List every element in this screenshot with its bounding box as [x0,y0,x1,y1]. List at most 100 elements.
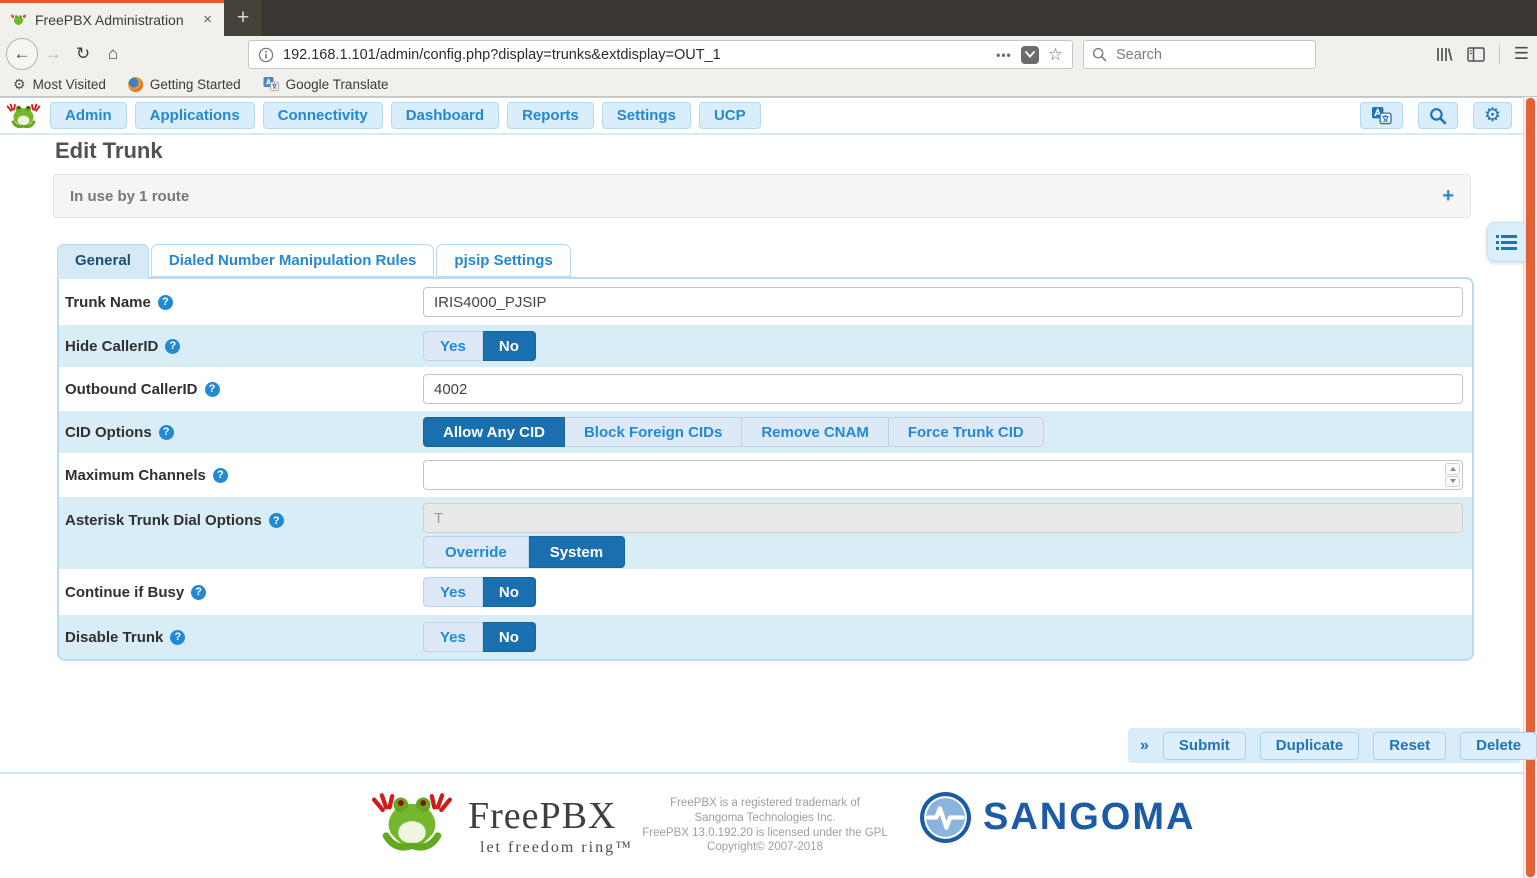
delete-button[interactable]: Delete [1460,732,1537,760]
nav-item-settings[interactable]: Settings [602,102,691,129]
pocket-icon[interactable] [1021,46,1039,64]
sangoma-logo-text: SANGOMA [983,796,1195,839]
tab-general[interactable]: General [57,244,149,279]
disable-trunk-no-button[interactable]: No [483,622,536,652]
submit-button[interactable]: Submit [1163,732,1246,760]
form-row-outbound-callerid: Outbound CallerID ? [59,367,1472,411]
freepbx-logo-text: FreePBX [468,794,633,838]
number-spinner [1445,463,1460,487]
bookmark-most-visited[interactable]: ⚙ Most Visited [13,76,106,93]
cid-option-force-trunk-cid[interactable]: Force Trunk CID [889,417,1044,447]
new-tab-button[interactable]: + [224,0,262,36]
library-icon[interactable] [1435,46,1453,63]
forward-button[interactable]: → [38,39,68,69]
help-icon[interactable]: ? [205,382,220,397]
search-icon [1092,47,1107,62]
reload-button[interactable]: ↻ [68,39,98,69]
continue-if-busy-label: Continue if Busy ? [59,584,423,601]
duplicate-button[interactable]: Duplicate [1260,732,1360,760]
bookmark-label: Getting Started [150,77,241,92]
nav-item-connectivity[interactable]: Connectivity [263,102,383,129]
freepbx-navbar: Admin Applications Connectivity Dashboar… [0,97,1537,135]
label-text: CID Options [65,424,152,441]
usage-text: In use by 1 route [70,188,189,205]
hide-callerid-yes-button[interactable]: Yes [423,331,483,361]
help-icon[interactable]: ? [170,630,185,645]
outbound-callerid-input[interactable] [423,374,1463,404]
help-icon[interactable]: ? [165,339,180,354]
form-row-disable-trunk: Disable Trunk ? Yes No [59,615,1472,659]
nav-item-dashboard[interactable]: Dashboard [391,102,499,129]
outbound-callerid-label: Outbound CallerID ? [59,381,423,398]
tab-pjsip-settings[interactable]: pjsip Settings [436,244,570,277]
maximum-channels-input[interactable] [423,460,1463,490]
general-settings-panel: Trunk Name ? Hide CallerID ? Yes No Outb… [57,277,1474,661]
form-row-cid-options: CID Options ? Allow Any CID Block Foreig… [59,411,1472,453]
hamburger-menu-icon[interactable]: ☰ [1514,44,1529,64]
usage-expand-icon[interactable]: + [1442,185,1454,208]
hide-callerid-toggle: Yes No [423,331,536,361]
freepbx-footer-logo-icon [363,791,461,853]
spinner-up-button[interactable] [1445,463,1460,475]
label-text: Continue if Busy [65,584,184,601]
more-actions-icon[interactable]: » [1140,737,1149,755]
nav-item-applications[interactable]: Applications [135,102,255,129]
most-visited-icon: ⚙ [13,76,26,93]
cid-option-allow-any-cid[interactable]: Allow Any CID [423,417,565,447]
tab-dialed-number-manipulation-rules[interactable]: Dialed Number Manipulation Rules [151,244,435,277]
google-translate-icon [263,76,279,92]
search-button[interactable] [1418,102,1458,129]
freepbx-wordmark: FreePBX let freedom ring™ [468,794,633,857]
trunk-name-input[interactable] [423,287,1463,317]
nav-item-reports[interactable]: Reports [507,102,594,129]
firefox-icon [128,77,143,92]
dial-options-override-button[interactable]: Override [423,536,529,568]
help-icon[interactable]: ? [213,468,228,483]
language-button[interactable] [1360,102,1403,129]
bookmark-star-icon[interactable]: ☆ [1048,45,1063,65]
dial-options-system-button[interactable]: System [529,536,625,568]
settings-gear-button[interactable]: ⚙ [1473,102,1512,129]
continue-if-busy-no-button[interactable]: No [483,577,536,607]
page-scrollbar-thumb[interactable] [1526,98,1535,877]
site-info-icon[interactable] [258,47,274,63]
hide-callerid-no-button[interactable]: No [483,331,536,361]
disable-trunk-yes-button[interactable]: Yes [423,622,483,652]
help-icon[interactable]: ? [159,425,174,440]
bookmark-google-translate[interactable]: Google Translate [263,76,389,92]
search-input[interactable] [1083,40,1316,69]
reset-button[interactable]: Reset [1373,732,1446,760]
label-text: Trunk Name [65,294,151,311]
cid-option-block-foreign-cids[interactable]: Block Foreign CIDs [565,417,742,447]
home-button[interactable]: ⌂ [98,39,128,69]
bookmark-label: Google Translate [286,77,389,92]
legal-line: Sangoma Technologies Inc. [640,811,890,826]
page-scrollbar-track[interactable] [1523,97,1537,878]
navbar-right-buttons: ⚙ [1360,102,1537,129]
label-text: Maximum Channels [65,467,206,484]
bookmark-getting-started[interactable]: Getting Started [128,77,241,92]
help-icon[interactable]: ? [191,585,206,600]
help-icon[interactable]: ? [158,295,173,310]
page-actions-icon[interactable]: ••• [996,48,1012,62]
tab-close-icon[interactable]: × [201,11,214,28]
trunk-list-toggle-button[interactable] [1487,222,1525,262]
continue-if-busy-yes-button[interactable]: Yes [423,577,483,607]
cid-option-remove-cnam[interactable]: Remove CNAM [742,417,889,447]
url-bar[interactable]: 192.168.1.101/admin/config.php?display=t… [248,40,1073,69]
freepbx-logo-icon[interactable] [5,102,42,130]
sidebar-toggle-icon[interactable] [1467,47,1485,62]
back-button[interactable]: ← [6,38,38,70]
browser-tab-active[interactable]: FreePBX Administration × [0,0,224,36]
spinner-down-button[interactable] [1445,476,1460,488]
freepbx-tagline: let freedom ring™ [468,839,633,857]
browser-window: FreePBX Administration × + ← → ↻ ⌂ 192.1… [0,0,1537,878]
usage-panel: In use by 1 route + [53,174,1471,218]
form-row-hide-callerid: Hide CallerID ? Yes No [59,325,1472,367]
form-row-continue-if-busy: Continue if Busy ? Yes No [59,569,1472,615]
nav-item-admin[interactable]: Admin [50,102,127,129]
nav-item-ucp[interactable]: UCP [699,102,761,129]
help-icon[interactable]: ? [269,513,284,528]
cid-options-group: Allow Any CID Block Foreign CIDs Remove … [423,417,1044,447]
form-tabs: General Dialed Number Manipulation Rules… [57,244,573,279]
